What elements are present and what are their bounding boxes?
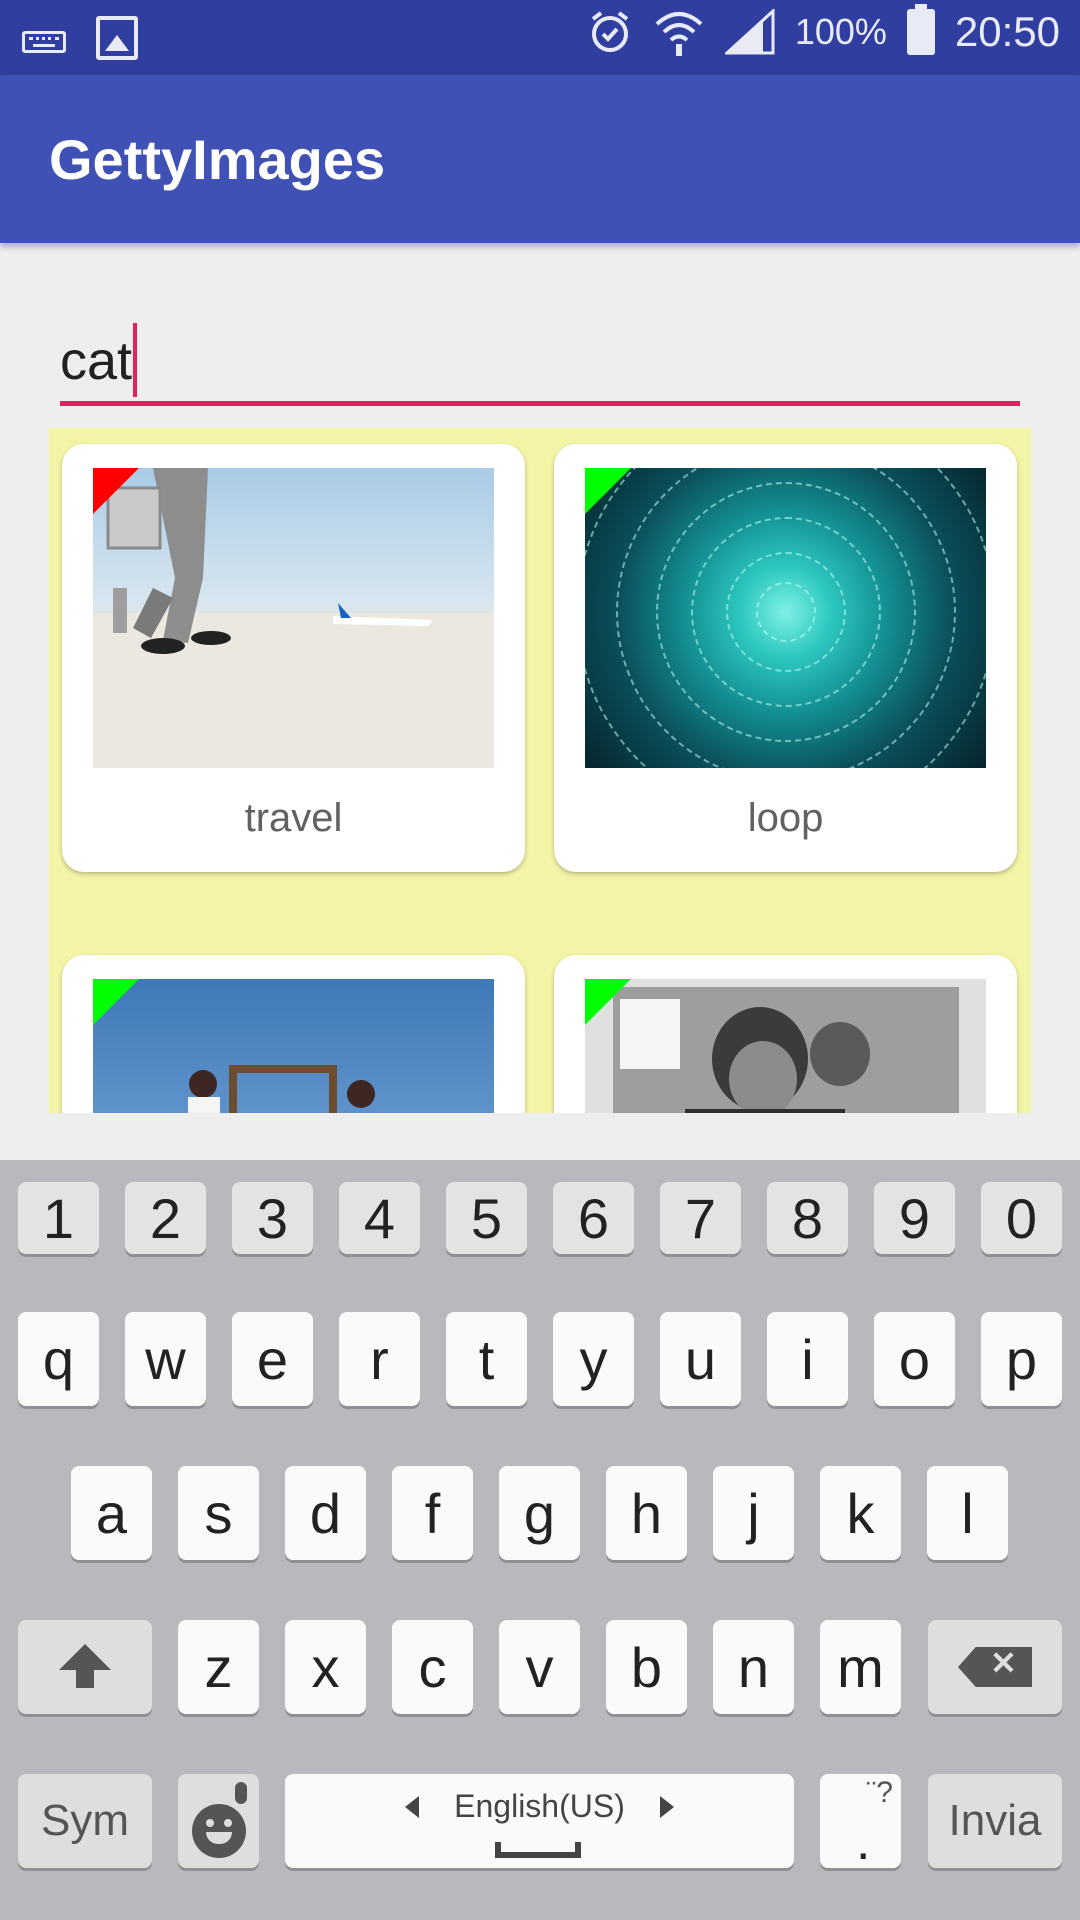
clock: 20:50	[954, 8, 1060, 55]
key-m[interactable]: m	[820, 1620, 901, 1714]
backspace-key[interactable]: ✕	[928, 1620, 1062, 1714]
key-4[interactable]: 4	[339, 1182, 420, 1254]
key-w[interactable]: w	[125, 1312, 206, 1406]
period-key-label: .	[856, 1813, 871, 1871]
key-3[interactable]: 3	[232, 1182, 313, 1254]
key-2[interactable]: 2	[125, 1182, 206, 1254]
card-image	[585, 979, 986, 1113]
key-a[interactable]: a	[71, 1466, 152, 1560]
card-caption: travel	[244, 796, 343, 840]
key-h[interactable]: h	[606, 1466, 687, 1560]
key-t[interactable]: t	[446, 1312, 527, 1406]
image-card-travel[interactable]: travel	[62, 444, 525, 872]
shift-arrow-icon	[59, 1644, 111, 1688]
key-i[interactable]: i	[767, 1312, 848, 1406]
app-title: GettyImages	[49, 128, 386, 191]
key-s[interactable]: s	[178, 1466, 259, 1560]
key-d[interactable]: d	[285, 1466, 366, 1560]
key-0[interactable]: 0	[981, 1182, 1062, 1254]
status-marker	[93, 979, 139, 1025]
status-marker	[93, 468, 139, 514]
text-cursor	[133, 322, 138, 397]
image-card[interactable]	[554, 955, 1017, 1113]
key-p[interactable]: p	[981, 1312, 1062, 1406]
key-o[interactable]: o	[874, 1312, 955, 1406]
space-key-label: English(US)	[454, 1788, 625, 1824]
space-icon	[495, 1842, 581, 1858]
key-9[interactable]: 9	[874, 1182, 955, 1254]
alarm-icon	[591, 11, 629, 52]
mic-icon	[235, 1782, 247, 1804]
keyboard-icon	[22, 31, 66, 53]
sym-key[interactable]: Sym	[18, 1774, 152, 1868]
language-next-icon	[660, 1796, 674, 1818]
key-6[interactable]: 6	[553, 1182, 634, 1254]
image-card-loop[interactable]: loop	[554, 444, 1017, 872]
search-input[interactable]: cat	[60, 320, 1020, 406]
key-j[interactable]: j	[713, 1466, 794, 1560]
search-underline	[60, 401, 1020, 406]
signal-icon	[724, 9, 775, 55]
sym-key-label: Sym	[41, 1796, 129, 1845]
key-z[interactable]: z	[178, 1620, 259, 1714]
key-7[interactable]: 7	[660, 1182, 741, 1254]
send-key[interactable]: Invia	[928, 1774, 1062, 1868]
key-k[interactable]: k	[820, 1466, 901, 1560]
key-u[interactable]: u	[660, 1312, 741, 1406]
space-key[interactable]: English(US)	[285, 1774, 794, 1868]
key-l[interactable]: l	[927, 1466, 1008, 1560]
shift-key[interactable]	[18, 1620, 152, 1714]
gallery-icon	[96, 16, 138, 60]
card-image	[93, 468, 494, 768]
key-r[interactable]: r	[339, 1312, 420, 1406]
key-c[interactable]: c	[392, 1620, 473, 1714]
soft-keyboard: 1 2 3 4 5 6 7 8 9 0 q w e r t y u i o p …	[0, 1160, 1080, 1920]
period-key-hint: ¨?	[866, 1776, 893, 1809]
key-1[interactable]: 1	[18, 1182, 99, 1254]
key-e[interactable]: e	[232, 1312, 313, 1406]
emoji-icon	[191, 1804, 246, 1858]
card-caption: loop	[747, 796, 824, 840]
key-n[interactable]: n	[713, 1620, 794, 1714]
emoji-key[interactable]	[178, 1774, 259, 1868]
card-image	[93, 979, 494, 1113]
key-q[interactable]: q	[18, 1312, 99, 1406]
wifi-icon	[655, 12, 703, 56]
image-card[interactable]	[62, 955, 525, 1113]
key-x[interactable]: x	[285, 1620, 366, 1714]
card-image	[585, 468, 986, 768]
key-y[interactable]: y	[553, 1312, 634, 1406]
battery-percentage: 100%	[794, 11, 887, 52]
app-bar: GettyImages	[0, 75, 1080, 243]
key-v[interactable]: v	[499, 1620, 580, 1714]
image-grid[interactable]: travel loop	[49, 428, 1031, 1113]
key-5[interactable]: 5	[446, 1182, 527, 1254]
period-key[interactable]: ¨? .	[820, 1774, 901, 1871]
search-input-value: cat	[60, 331, 133, 391]
send-key-label: Invia	[948, 1796, 1042, 1845]
key-b[interactable]: b	[606, 1620, 687, 1714]
battery-icon	[906, 4, 935, 55]
key-8[interactable]: 8	[767, 1182, 848, 1254]
status-marker	[585, 979, 631, 1025]
key-g[interactable]: g	[499, 1466, 580, 1560]
status-marker	[585, 468, 631, 514]
status-bar: 100% 20:50	[0, 0, 1080, 75]
key-f[interactable]: f	[392, 1466, 473, 1560]
